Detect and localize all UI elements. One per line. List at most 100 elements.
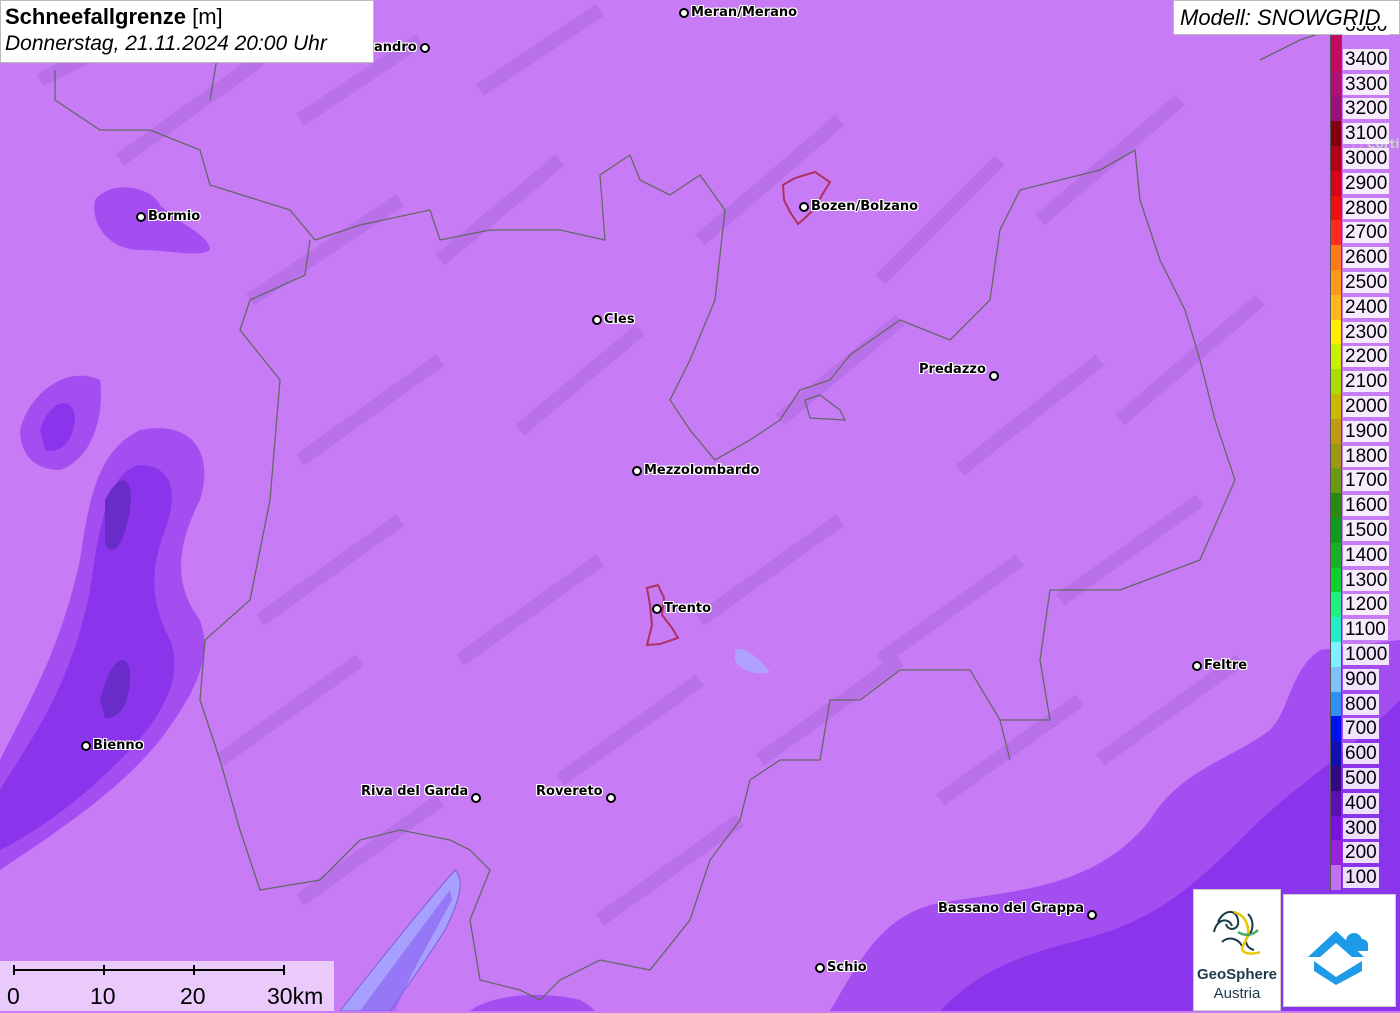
city-bolzano[interactable]: Bozen/Bolzano bbox=[799, 199, 918, 214]
legend-row: 1400 bbox=[1328, 542, 1400, 568]
legend-label: 3000 bbox=[1343, 148, 1390, 169]
legend-swatch bbox=[1330, 617, 1342, 642]
legend-row: 2800 bbox=[1328, 195, 1400, 221]
city-dot-icon bbox=[81, 740, 91, 751]
city-meran[interactable]: Meran/Merano bbox=[679, 5, 797, 20]
legend-row: 3500 bbox=[1328, 22, 1400, 47]
legend-row: 300 bbox=[1328, 815, 1400, 841]
city-dot-icon bbox=[419, 42, 430, 53]
scale-bar: 0 10 20 30km bbox=[0, 961, 334, 1011]
legend-swatch bbox=[1330, 394, 1342, 419]
legend-swatch bbox=[1330, 642, 1342, 667]
city-dot-icon bbox=[592, 314, 602, 325]
city-dot-icon bbox=[679, 7, 689, 18]
legend-row: 2400 bbox=[1328, 294, 1400, 320]
scale-label-0: 0 bbox=[7, 983, 20, 1009]
city-label: Trento bbox=[664, 601, 712, 616]
city-dot-icon bbox=[136, 211, 146, 222]
city-riva-del-garda[interactable]: Riva del Garda bbox=[361, 779, 482, 803]
city-trento[interactable]: Trento bbox=[652, 601, 711, 616]
legend-swatch bbox=[1330, 270, 1342, 295]
city-dot-icon bbox=[799, 201, 809, 212]
legend-label: 600 bbox=[1343, 743, 1379, 765]
city-bassano-del-grappa[interactable]: Bassano del Grappa bbox=[938, 896, 1097, 920]
map-canvas[interactable] bbox=[0, 0, 1400, 1011]
legend-label: 3100 bbox=[1343, 123, 1390, 145]
legend-label: 2900 bbox=[1343, 172, 1390, 194]
scale-label-30km: 30km bbox=[267, 983, 324, 1009]
legend-swatch bbox=[1330, 666, 1342, 692]
legend-label: 2200 bbox=[1343, 346, 1390, 368]
city-label: Meran/Merano bbox=[691, 5, 798, 20]
city-label: andro bbox=[374, 40, 417, 55]
legend-label: 1000 bbox=[1343, 644, 1390, 665]
legend-label: 1800 bbox=[1343, 445, 1390, 467]
legend-label: 2700 bbox=[1343, 222, 1390, 244]
city-cles[interactable]: Cles bbox=[592, 312, 635, 327]
city-sondrio-partial[interactable]: andro bbox=[374, 40, 430, 55]
city-label: Riva del Garda bbox=[361, 783, 469, 799]
city-label: Bozen/Bolzano bbox=[811, 199, 919, 214]
legend-label: 2100 bbox=[1343, 371, 1390, 393]
legend-row: 600 bbox=[1328, 741, 1400, 766]
city-schio[interactable]: Schio bbox=[815, 960, 867, 975]
legend-row: 3400 bbox=[1328, 46, 1400, 72]
legend-swatch bbox=[1330, 319, 1342, 345]
legend-swatch bbox=[1330, 96, 1342, 122]
geosphere-sub: Austria bbox=[1213, 985, 1261, 1002]
geosphere-name: GeoSphere bbox=[1196, 966, 1278, 983]
city-mezzolombardo[interactable]: Mezzolombardo bbox=[632, 463, 759, 478]
legend-swatch bbox=[1330, 542, 1342, 568]
legend-row: 2000 bbox=[1328, 394, 1400, 419]
legend-row: 1800 bbox=[1328, 443, 1400, 469]
legend-label: 2400 bbox=[1343, 296, 1390, 318]
legend-label: 1900 bbox=[1343, 420, 1390, 442]
city-label: Bassano del Grappa bbox=[938, 900, 1084, 916]
legend-row: 800 bbox=[1328, 691, 1400, 717]
map-datetime: Donnerstag, 21.11.2024 20:00 Uhr bbox=[5, 32, 327, 55]
legend-swatch bbox=[1330, 592, 1342, 618]
snowgrid-logo[interactable] bbox=[1283, 894, 1396, 1007]
legend-swatch bbox=[1330, 468, 1342, 494]
city-dot-icon bbox=[652, 603, 662, 614]
legend-swatch bbox=[1330, 741, 1342, 766]
legend-swatch bbox=[1330, 121, 1342, 146]
legend-label: 3300 bbox=[1343, 73, 1390, 95]
legend-swatch bbox=[1330, 146, 1342, 171]
city-label: Schio bbox=[827, 960, 867, 975]
legend-row: 1100 bbox=[1328, 617, 1400, 642]
geosphere-logo[interactable]: GeoSphere Austria bbox=[1193, 889, 1281, 1011]
city-feltre[interactable]: Feltre bbox=[1192, 658, 1247, 673]
legend-row: 1300 bbox=[1328, 567, 1400, 593]
legend-row: 2200 bbox=[1328, 344, 1400, 370]
city-dot-icon bbox=[471, 793, 482, 803]
city-dot-icon bbox=[1086, 910, 1097, 920]
legend-row: 2600 bbox=[1328, 245, 1400, 270]
legend-label: 1500 bbox=[1343, 520, 1390, 541]
legend-row: 3200 bbox=[1328, 96, 1400, 122]
legend-row: 1900 bbox=[1328, 418, 1400, 444]
legend-label: 200 bbox=[1343, 842, 1379, 864]
city-bienno[interactable]: Bienno bbox=[81, 738, 144, 753]
city-predazzo[interactable]: Predazzo bbox=[919, 357, 999, 381]
city-label: Bienno bbox=[93, 738, 144, 753]
legend-row: 3100 bbox=[1328, 121, 1400, 146]
title-unit: [m] bbox=[192, 4, 223, 29]
legend-label: 3500 bbox=[1343, 26, 1390, 35]
legend-swatch bbox=[1330, 840, 1342, 866]
legend-swatch bbox=[1330, 46, 1342, 72]
legend-swatch bbox=[1330, 691, 1342, 717]
legend-row: 2500 bbox=[1328, 270, 1400, 295]
city-bormio[interactable]: Bormio bbox=[136, 209, 200, 224]
legend-label: 2300 bbox=[1343, 321, 1390, 343]
legend-row: 1200 bbox=[1328, 592, 1400, 618]
legend-swatch bbox=[1330, 195, 1342, 221]
legend-row: 100 bbox=[1328, 865, 1400, 890]
legend-row: 500 bbox=[1328, 766, 1400, 791]
legend-swatch bbox=[1330, 518, 1342, 543]
city-rovereto[interactable]: Rovereto bbox=[536, 779, 616, 803]
map-title: Schneefallgrenze [m] bbox=[5, 4, 369, 30]
legend-label: 2800 bbox=[1343, 197, 1390, 219]
city-dot-icon bbox=[815, 962, 825, 973]
legend-swatch bbox=[1330, 766, 1342, 791]
